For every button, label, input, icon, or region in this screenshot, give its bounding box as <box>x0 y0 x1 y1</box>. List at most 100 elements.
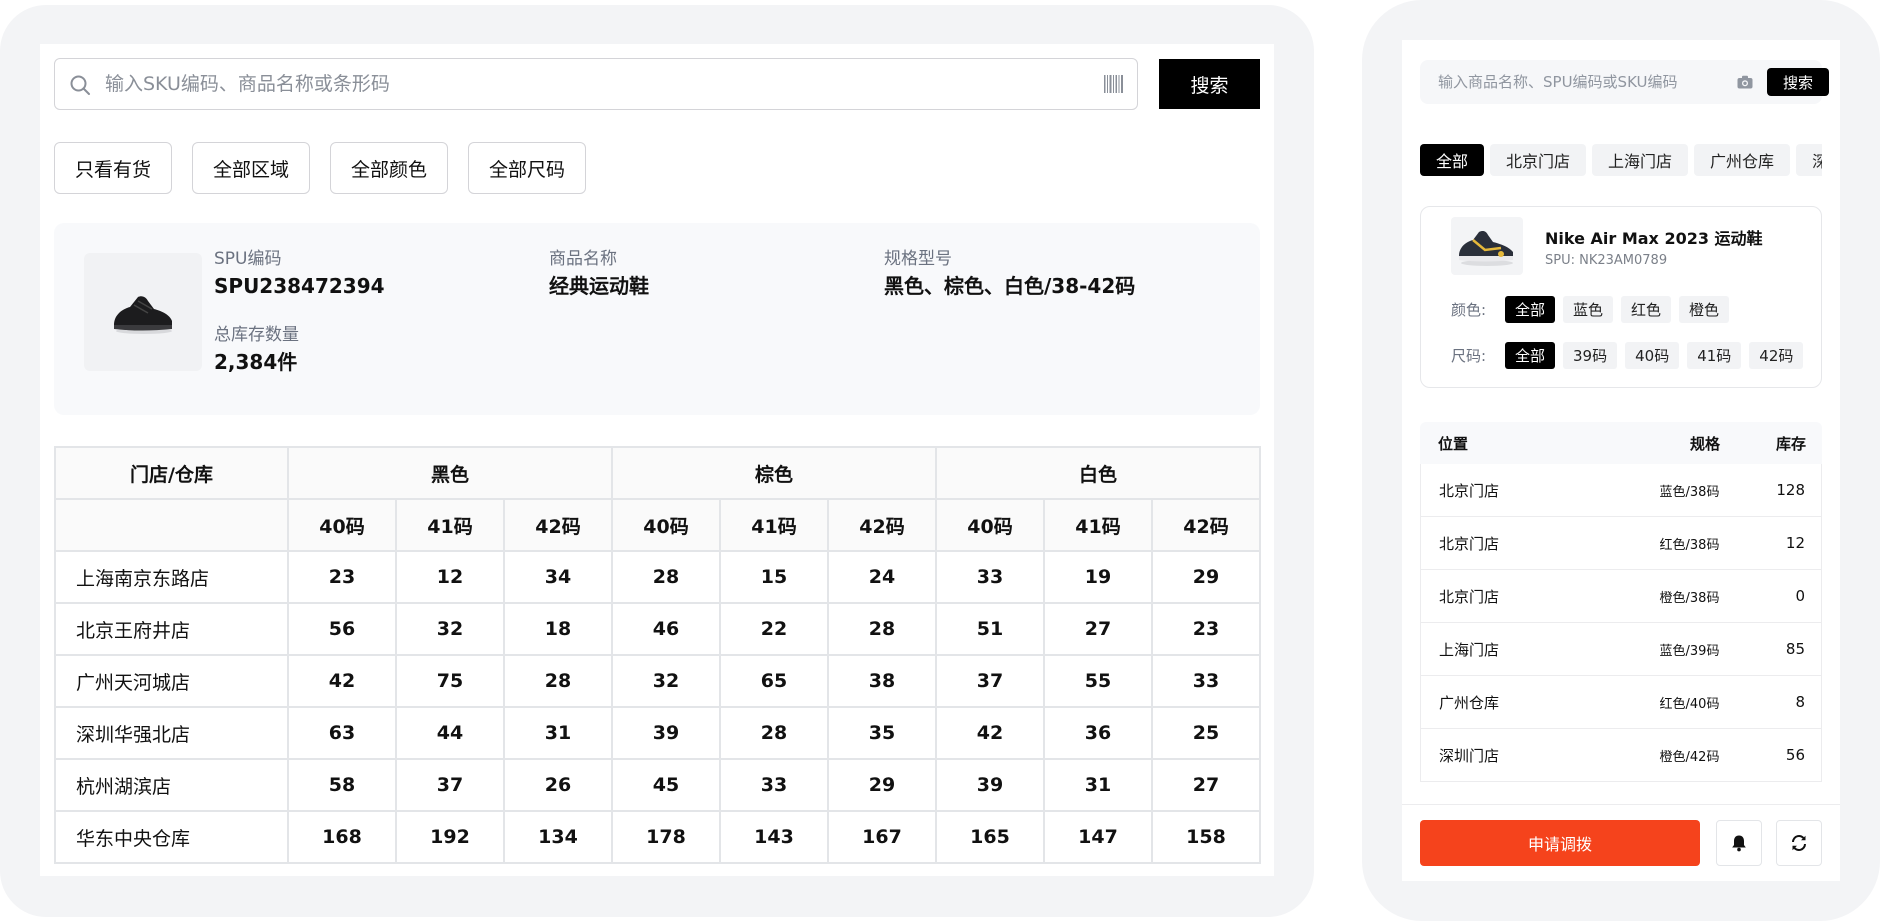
list-item-qty: 8 <box>1795 693 1805 711</box>
filter-color-button[interactable]: 全部颜色 <box>330 142 449 194</box>
list-item[interactable]: 广州仓库 红色/40码 8 <box>1420 676 1822 729</box>
tab-shanghai[interactable]: 上海门店 <box>1592 144 1689 176</box>
tab-guangzhou[interactable]: 广州仓库 <box>1694 144 1791 176</box>
list-item-spec: 橙色/42码 <box>1659 749 1720 765</box>
size-header: 42码 <box>827 498 937 552</box>
mobile-inventory-page: 搜索 全部北京门店上海门店广州仓库深圳门店 Nike Air Max 2023 … <box>1402 40 1840 881</box>
table-row[interactable]: 华东中央仓库 168 192 134 178 143 167 165 147 1… <box>54 810 1261 864</box>
table-row[interactable]: 深圳华强北店 63 44 31 39 28 35 42 36 25 <box>54 706 1261 760</box>
stock-cell: 25 <box>1151 706 1261 760</box>
apply-transfer-button[interactable]: 申请调拨 <box>1420 820 1700 866</box>
size-chip-41[interactable]: 41码 <box>1687 342 1742 369</box>
list-item-location: 深圳门店 <box>1439 746 1500 765</box>
filter-size-button[interactable]: 全部尺码 <box>468 142 587 194</box>
stock-cell: 165 <box>935 810 1045 864</box>
tab-beijing[interactable]: 北京门店 <box>1490 144 1587 176</box>
size-chip-40[interactable]: 40码 <box>1625 342 1680 369</box>
list-item[interactable]: 北京门店 橙色/38码 0 <box>1420 570 1822 623</box>
color-header-white: 白色 <box>935 446 1261 500</box>
stock-cell: 168 <box>287 810 397 864</box>
location-tabs: 全部北京门店上海门店广州仓库深圳门店 <box>1420 144 1822 176</box>
stock-cell: 42 <box>287 654 397 708</box>
mobile-stock-list: 位置 规格 库存 北京门店 蓝色/38码 128 北京门店 红色/38码 12 … <box>1420 422 1822 782</box>
list-item-qty: 0 <box>1795 587 1805 605</box>
sneaker-icon <box>1459 231 1513 266</box>
stock-cell: 31 <box>503 706 613 760</box>
table-row[interactable]: 北京王府井店 56 32 18 46 22 28 51 27 23 <box>54 602 1261 656</box>
stock-cell: 28 <box>719 706 829 760</box>
list-item-spec: 红色/38码 <box>1659 537 1720 553</box>
stock-cell: 56 <box>287 602 397 656</box>
color-chip-blue[interactable]: 蓝色 <box>1563 296 1614 323</box>
list-item-location: 北京门店 <box>1439 534 1500 553</box>
stock-cell: 15 <box>719 550 829 604</box>
stock-cell: 29 <box>1151 550 1261 604</box>
location-cell: 深圳华强北店 <box>54 706 289 760</box>
location-cell: 杭州湖滨店 <box>54 758 289 812</box>
stock-cell: 34 <box>503 550 613 604</box>
color-chip-red[interactable]: 红色 <box>1621 296 1672 323</box>
stock-cell: 58 <box>287 758 397 812</box>
size-chip-42[interactable]: 42码 <box>1749 342 1804 369</box>
size-header: 42码 <box>1151 498 1261 552</box>
stock-cell: 143 <box>719 810 829 864</box>
color-chip-all[interactable]: 全部 <box>1505 296 1556 323</box>
stock-cell: 31 <box>1043 758 1153 812</box>
location-cell: 广州天河城店 <box>54 654 289 708</box>
total-stock-label: 总库存数量 <box>214 325 299 345</box>
table-row[interactable]: 广州天河城店 42 75 28 32 65 38 37 55 33 <box>54 654 1261 708</box>
name-label: 商品名称 <box>549 249 617 269</box>
name-value: 经典运动鞋 <box>549 274 649 298</box>
color-chip-orange[interactable]: 橙色 <box>1679 296 1730 323</box>
location-cell: 华东中央仓库 <box>54 810 289 864</box>
filter-in-stock-button[interactable]: 只看有货 <box>54 142 173 194</box>
table-row[interactable]: 上海南京东路店 23 12 34 28 15 24 33 19 29 <box>54 550 1261 604</box>
list-item-spec: 蓝色/38码 <box>1659 484 1720 500</box>
notification-button[interactable] <box>1716 820 1762 866</box>
filter-bar: 只看有货 全部区域 全部颜色 全部尺码 <box>54 142 587 194</box>
list-item-qty: 12 <box>1785 534 1805 552</box>
mobile-product-card: Nike Air Max 2023 运动鞋 SPU: NK23AM0789 颜色… <box>1420 206 1822 388</box>
list-item-spec: 红色/40码 <box>1659 696 1720 712</box>
barcode-scan-icon[interactable] <box>1103 74 1125 94</box>
color-header-black: 黑色 <box>287 446 613 500</box>
stock-cell: 32 <box>395 602 505 656</box>
mobile-search-input[interactable] <box>1438 60 1728 104</box>
empty-header-cell <box>54 498 289 552</box>
stock-cell: 33 <box>1151 654 1261 708</box>
stock-cell: 45 <box>611 758 721 812</box>
stock-cell: 42 <box>935 706 1045 760</box>
total-stock-info: 总库存数量 2,384件 <box>214 324 299 376</box>
refresh-button[interactable] <box>1776 820 1822 866</box>
list-item[interactable]: 北京门店 红色/38码 12 <box>1420 517 1822 570</box>
mobile-search-button[interactable]: 搜索 <box>1767 68 1829 96</box>
list-item[interactable]: 北京门店 蓝色/38码 128 <box>1420 464 1822 517</box>
stock-table-body: 上海南京东路店 23 12 34 28 15 24 33 19 29 北京王府井… <box>54 550 1261 864</box>
size-chip-39[interactable]: 39码 <box>1563 342 1618 369</box>
list-item-location: 北京门店 <box>1439 587 1500 606</box>
stock-cell: 28 <box>611 550 721 604</box>
location-header: 门店/仓库 <box>54 446 289 500</box>
stock-cell: 51 <box>935 602 1045 656</box>
filter-region-button[interactable]: 全部区域 <box>192 142 311 194</box>
size-header: 40码 <box>935 498 1045 552</box>
spec-label: 规格型号 <box>884 249 952 269</box>
bell-icon <box>1732 835 1746 852</box>
camera-icon[interactable] <box>1737 75 1753 89</box>
list-item[interactable]: 上海门店 蓝色/39码 85 <box>1420 623 1822 676</box>
stock-cell: 32 <box>611 654 721 708</box>
spu-value: SPU238472394 <box>214 274 385 298</box>
sku-search-input[interactable] <box>105 59 1065 108</box>
stock-cell: 37 <box>395 758 505 812</box>
tab-shenzhen[interactable]: 深圳门店 <box>1796 144 1822 176</box>
list-item[interactable]: 深圳门店 橙色/42码 56 <box>1420 729 1822 782</box>
tab-all[interactable]: 全部 <box>1420 144 1485 176</box>
table-row[interactable]: 杭州湖滨店 58 37 26 45 33 29 39 31 27 <box>54 758 1261 812</box>
stock-cell: 33 <box>719 758 829 812</box>
stock-cell: 37 <box>935 654 1045 708</box>
stock-cell: 44 <box>395 706 505 760</box>
list-item-location: 北京门店 <box>1439 481 1500 500</box>
size-chip-all[interactable]: 全部 <box>1505 342 1556 369</box>
search-button[interactable]: 搜索 <box>1159 59 1260 109</box>
color-header-brown: 棕色 <box>611 446 937 500</box>
